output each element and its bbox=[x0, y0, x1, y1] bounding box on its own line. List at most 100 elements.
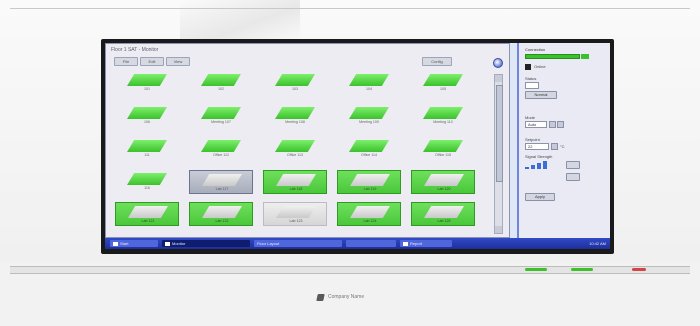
toolbar-config-button[interactable]: Config bbox=[422, 57, 452, 66]
chip-icon bbox=[424, 206, 464, 218]
taskbar-label: Floor Layout bbox=[257, 241, 280, 246]
tile[interactable]: 111 bbox=[115, 138, 179, 162]
chip-icon bbox=[201, 74, 241, 86]
tile[interactable]: Meeting 107 bbox=[189, 105, 253, 129]
status-label: Status bbox=[525, 76, 537, 81]
tile-label: Lab 121 bbox=[141, 219, 155, 223]
tile-label: 116 bbox=[144, 186, 150, 190]
status-indicator-ok bbox=[525, 268, 547, 271]
tile[interactable]: 106 bbox=[115, 105, 179, 129]
tile[interactable]: 116 bbox=[115, 171, 179, 195]
tile-label: 103 bbox=[292, 87, 298, 91]
background-swoosh bbox=[180, 0, 300, 40]
vertical-scrollbar[interactable] bbox=[494, 74, 503, 234]
toolbar-view-button[interactable]: View bbox=[166, 57, 190, 66]
signal-up-button[interactable] bbox=[566, 161, 580, 169]
signal-down-button[interactable] bbox=[566, 173, 580, 181]
chip-icon bbox=[350, 174, 390, 186]
chip-icon bbox=[275, 74, 315, 86]
tile[interactable]: 103 bbox=[263, 72, 327, 96]
mode-spin-down-icon[interactable] bbox=[557, 121, 564, 128]
connection-indicator bbox=[581, 54, 589, 59]
document-icon bbox=[403, 241, 408, 246]
tile[interactable]: Meeting 109 bbox=[337, 105, 401, 129]
status-field[interactable] bbox=[525, 82, 539, 89]
help-icon[interactable] bbox=[493, 58, 503, 68]
tile-label: Office 112 bbox=[212, 153, 230, 157]
screen: Floor 1 SAT - Monitor File Edit View Con… bbox=[105, 43, 610, 249]
tile-selected[interactable]: Lab 117 bbox=[189, 170, 253, 194]
tile-label: Office 115 bbox=[434, 153, 452, 157]
tile[interactable]: Office 112 bbox=[189, 138, 253, 162]
monitor-frame: Floor 1 SAT - Monitor File Edit View Con… bbox=[101, 39, 614, 254]
tile[interactable]: Lab 122 bbox=[189, 202, 253, 226]
taskbar-item-blank[interactable] bbox=[346, 240, 396, 247]
tile[interactable]: Office 113 bbox=[263, 138, 327, 162]
tile[interactable]: Lab 120 bbox=[411, 170, 475, 194]
taskbar-clock: 10:42 AM bbox=[589, 241, 606, 246]
tile-label: Lab 123 bbox=[289, 219, 303, 223]
taskbar-item-monitor[interactable]: Monitor bbox=[162, 240, 250, 247]
toolbar-edit-button[interactable]: Edit bbox=[140, 57, 164, 66]
scroll-up-arrow-icon[interactable] bbox=[495, 75, 502, 82]
tile-label: Lab 120 bbox=[437, 187, 451, 191]
chip-icon bbox=[424, 174, 464, 186]
taskbar-item-report[interactable]: Report bbox=[400, 240, 452, 247]
chip-icon bbox=[349, 140, 389, 152]
toolbar-file-button[interactable]: File bbox=[114, 57, 138, 66]
apply-button[interactable]: Apply bbox=[525, 193, 555, 201]
setpoint-spin-icon[interactable] bbox=[551, 143, 558, 150]
signal-strength-icon bbox=[525, 161, 555, 169]
taskbar: Start Monitor Floor Layout Report 10:42 … bbox=[105, 238, 610, 249]
status-indicator-ok bbox=[571, 268, 593, 271]
chip-icon bbox=[127, 107, 167, 119]
tile-label: 101 bbox=[144, 87, 150, 91]
tile[interactable]: Lab 119 bbox=[337, 170, 401, 194]
status-indicator-alert bbox=[632, 268, 646, 271]
mode-spin-up-icon[interactable] bbox=[549, 121, 556, 128]
tile[interactable]: 102 bbox=[189, 72, 253, 96]
mode-field[interactable]: Auto bbox=[525, 121, 547, 128]
tile[interactable]: 105 bbox=[411, 72, 475, 96]
brand-logo-icon bbox=[316, 293, 325, 301]
chip-icon bbox=[275, 140, 315, 152]
tile-offline[interactable]: Lab 123 bbox=[263, 202, 327, 226]
tile[interactable]: Meeting 110 bbox=[411, 105, 475, 129]
tile[interactable]: Office 114 bbox=[337, 138, 401, 162]
tile[interactable]: 104 bbox=[337, 72, 401, 96]
scroll-thumb[interactable] bbox=[496, 85, 503, 182]
tile-label: Meeting 110 bbox=[433, 120, 453, 124]
tile-label: Office 113 bbox=[286, 153, 304, 157]
tile[interactable]: 101 bbox=[115, 72, 179, 96]
chip-icon bbox=[349, 107, 389, 119]
setpoint-unit: °C bbox=[560, 144, 565, 149]
tile[interactable]: Lab 118 bbox=[263, 170, 327, 194]
tile[interactable]: Lab 124 bbox=[337, 202, 401, 226]
tile-label: Meeting 109 bbox=[359, 120, 379, 124]
chip-icon bbox=[275, 107, 315, 119]
panel-header: Connection bbox=[525, 47, 546, 52]
setpoint-label: Setpoint bbox=[525, 137, 540, 142]
tile-grid: 101 102 103 104 105 106 Meeting 107 Meet… bbox=[115, 72, 485, 234]
tile-label: Meeting 108 bbox=[285, 120, 305, 124]
brand-name: Company Name bbox=[328, 294, 365, 300]
windows-icon bbox=[113, 241, 118, 246]
tile[interactable]: Lab 121 bbox=[115, 202, 179, 226]
tile-label: 105 bbox=[440, 87, 446, 91]
taskbar-item-floor-layout[interactable]: Floor Layout bbox=[254, 240, 342, 247]
top-rule bbox=[10, 8, 690, 9]
scroll-down-arrow-icon[interactable] bbox=[495, 226, 502, 233]
taskbar-start-button[interactable]: Start bbox=[110, 240, 158, 247]
connection-status-bar bbox=[525, 54, 580, 59]
setpoint-field[interactable]: 22 bbox=[525, 143, 549, 150]
tile-label: 106 bbox=[144, 120, 150, 124]
tile-label: Lab 125 bbox=[437, 219, 451, 223]
tile[interactable]: Lab 125 bbox=[411, 202, 475, 226]
online-checkbox[interactable] bbox=[525, 64, 531, 70]
chip-icon bbox=[349, 74, 389, 86]
tile[interactable]: Meeting 108 bbox=[263, 105, 327, 129]
taskbar-label: Start bbox=[120, 241, 129, 246]
status-button[interactable]: Normal bbox=[525, 91, 557, 99]
taskbar-label: Monitor bbox=[172, 241, 186, 246]
tile[interactable]: Office 115 bbox=[411, 138, 475, 162]
